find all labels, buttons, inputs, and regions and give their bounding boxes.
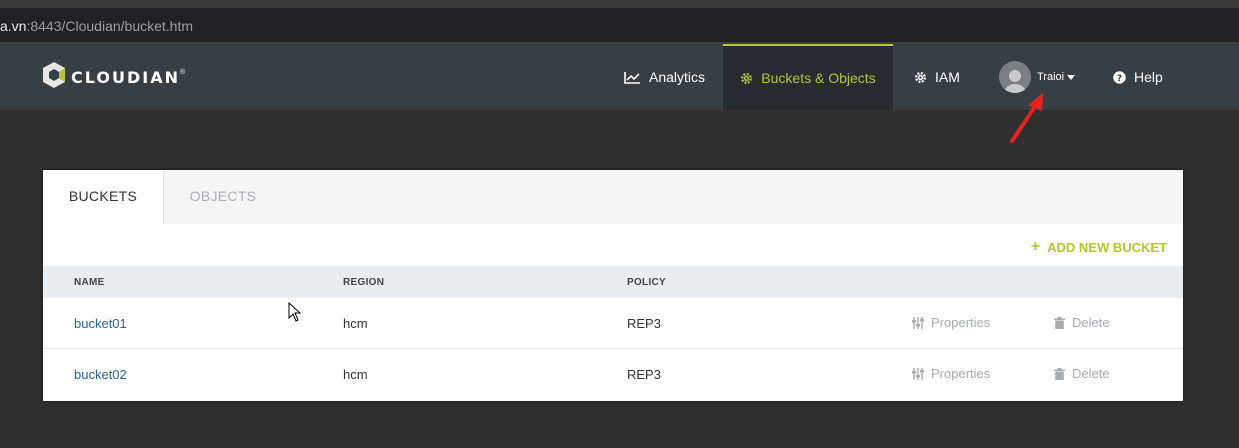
table-header: NAME REGION POLICY bbox=[43, 266, 1183, 298]
add-new-bucket-button[interactable]: + ADD NEW BUCKET bbox=[1031, 238, 1167, 256]
url-path: :8443/Cloudian/bucket.htm bbox=[26, 18, 194, 34]
nav-help-label: Help bbox=[1134, 69, 1163, 85]
gear-icon bbox=[740, 72, 753, 85]
user-name: Traioi bbox=[1037, 71, 1065, 83]
column-header-name: NAME bbox=[74, 277, 105, 288]
delete-button[interactable]: Delete bbox=[1054, 366, 1110, 381]
column-header-policy: POLICY bbox=[627, 277, 667, 288]
mouse-cursor-icon bbox=[288, 302, 302, 322]
delete-button[interactable]: Delete bbox=[1054, 315, 1110, 330]
add-new-bucket-label: ADD NEW BUCKET bbox=[1047, 239, 1167, 255]
nav-analytics[interactable]: Analytics bbox=[624, 44, 705, 110]
nav-help[interactable]: ? Help bbox=[1113, 44, 1163, 110]
bucket-region: hcm bbox=[343, 367, 368, 382]
trash-icon bbox=[1054, 367, 1065, 380]
bucket-name-link[interactable]: bucket02 bbox=[74, 367, 127, 382]
url-host: a.vn bbox=[0, 18, 27, 34]
question-circle-icon: ? bbox=[1113, 70, 1126, 84]
svg-text:?: ? bbox=[1117, 74, 1122, 84]
bucket-name-link[interactable]: bucket01 bbox=[74, 316, 127, 331]
delete-label: Delete bbox=[1072, 366, 1110, 381]
bucket-policy: REP3 bbox=[627, 367, 661, 382]
bucket-policy: REP3 bbox=[627, 316, 661, 331]
table-row: bucket02 hcm REP3 Properties Delete bbox=[43, 349, 1183, 400]
buckets-panel: BUCKETS OBJECTS + ADD NEW BUCKET NAME RE… bbox=[43, 170, 1183, 401]
properties-button[interactable]: Properties bbox=[912, 366, 990, 381]
plus-icon: + bbox=[1030, 238, 1041, 255]
properties-label: Properties bbox=[931, 315, 991, 330]
bucket-region: hcm bbox=[343, 316, 368, 331]
nav-iam[interactable]: IAM bbox=[914, 44, 960, 110]
red-annotation-arrow bbox=[1010, 93, 1043, 143]
nav-buckets-objects-label: Buckets & Objects bbox=[761, 70, 876, 86]
browser-top-strip bbox=[0, 0, 1239, 8]
trash-icon bbox=[1054, 316, 1065, 329]
sliders-icon bbox=[912, 367, 924, 380]
column-header-region: REGION bbox=[343, 277, 385, 288]
tab-bar: BUCKETS OBJECTS bbox=[43, 170, 1183, 224]
tab-buckets[interactable]: BUCKETS bbox=[43, 170, 164, 224]
cloudian-logo[interactable]: CLOUDIAN ® bbox=[42, 61, 186, 94]
delete-label: Delete bbox=[1072, 315, 1110, 330]
avatar bbox=[999, 61, 1031, 93]
nav-iam-label: IAM bbox=[935, 69, 960, 85]
logo-wordmark: CLOUDIAN bbox=[71, 67, 180, 87]
nav-analytics-label: Analytics bbox=[649, 69, 706, 85]
registered-mark: ® bbox=[179, 68, 186, 76]
nav-buckets-objects[interactable]: Buckets & Objects bbox=[723, 44, 893, 110]
gear-icon bbox=[914, 71, 927, 84]
properties-button[interactable]: Properties bbox=[912, 315, 990, 330]
browser-url-bar[interactable]: a.vn:8443/Cloudian/bucket.htm bbox=[0, 8, 1239, 44]
chevron-down-icon bbox=[1067, 74, 1076, 80]
top-navbar: CLOUDIAN ® Analytics Buckets & Objects I… bbox=[0, 44, 1239, 110]
table-row: bucket01 hcm REP3 Properties Delete bbox=[43, 298, 1183, 349]
properties-label: Properties bbox=[931, 366, 991, 381]
cloudian-logo-icon bbox=[42, 61, 66, 94]
sliders-icon bbox=[912, 316, 924, 329]
chart-line-icon bbox=[624, 71, 641, 84]
tab-objects[interactable]: OBJECTS bbox=[163, 170, 283, 224]
